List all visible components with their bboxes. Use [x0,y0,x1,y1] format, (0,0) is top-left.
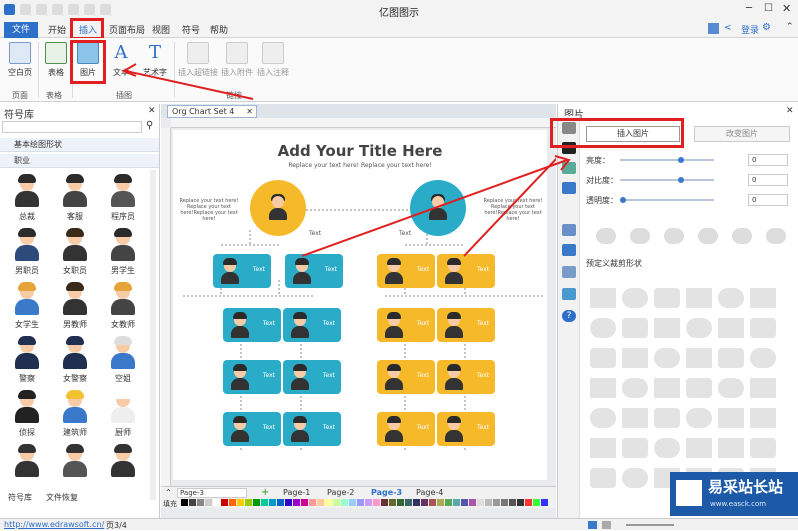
annotation-arrow-top [121,63,571,257]
